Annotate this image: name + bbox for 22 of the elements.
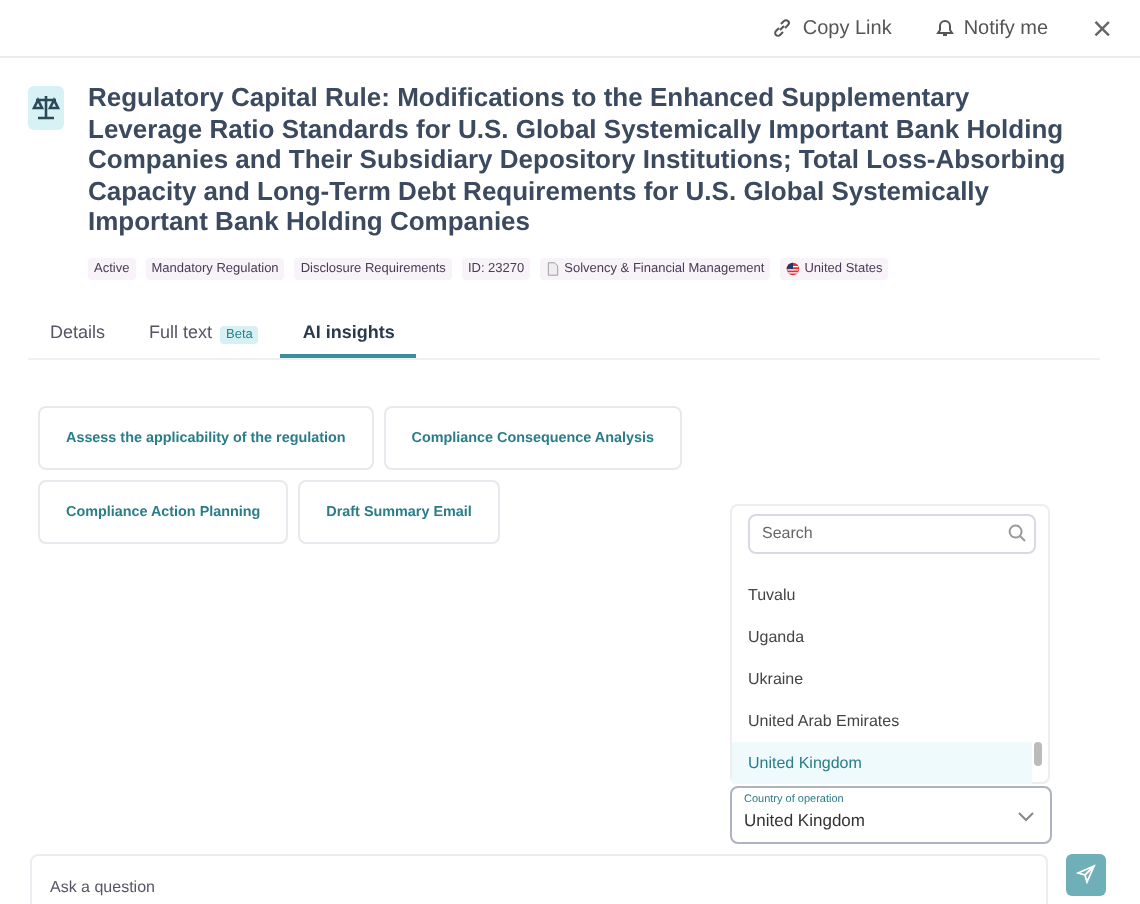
- country-option[interactable]: Ukraine: [732, 667, 1032, 709]
- link-icon: [772, 18, 793, 38]
- bell-icon: [935, 18, 954, 38]
- question-field[interactable]: Ask a question: [30, 853, 1048, 904]
- header-link[interactable]: Notify me: [935, 17, 1049, 39]
- chevron-down-icon: [1018, 811, 1034, 821]
- header-link[interactable]: Copy Link: [772, 17, 892, 39]
- send-button[interactable]: [1066, 853, 1106, 895]
- tab[interactable]: Details: [28, 315, 128, 357]
- country-option[interactable]: Uganda: [732, 625, 1032, 667]
- search-icon: [1008, 523, 1026, 541]
- close-button[interactable]: ×: [1092, 11, 1112, 45]
- search-field[interactable]: Search: [748, 513, 1036, 553]
- tab[interactable]: AI insights: [280, 315, 417, 357]
- scales-icon: [28, 86, 64, 130]
- document-icon: [546, 261, 561, 275]
- send-icon: [1076, 864, 1096, 884]
- country-option[interactable]: United Kingdom: [732, 741, 1032, 783]
- regulation-title: Regulatory Capital Rule: Modifications to the Enhanced Supplementary Leverage Ratio Standards for U.S. Global Systemically Important Bank Holding Companies and Their Subsidiary Depository Institutions; Total Loss-Absorbing Capacity and Long-Term Debt Requirements for U.S. Global Systemically Important Bank Holding Companies: [88, 82, 1068, 237]
- flag-icon: [786, 261, 801, 275]
- country-option[interactable]: Tuvalu: [732, 583, 1032, 625]
- scrollbar-thumb[interactable]: [1034, 741, 1042, 765]
